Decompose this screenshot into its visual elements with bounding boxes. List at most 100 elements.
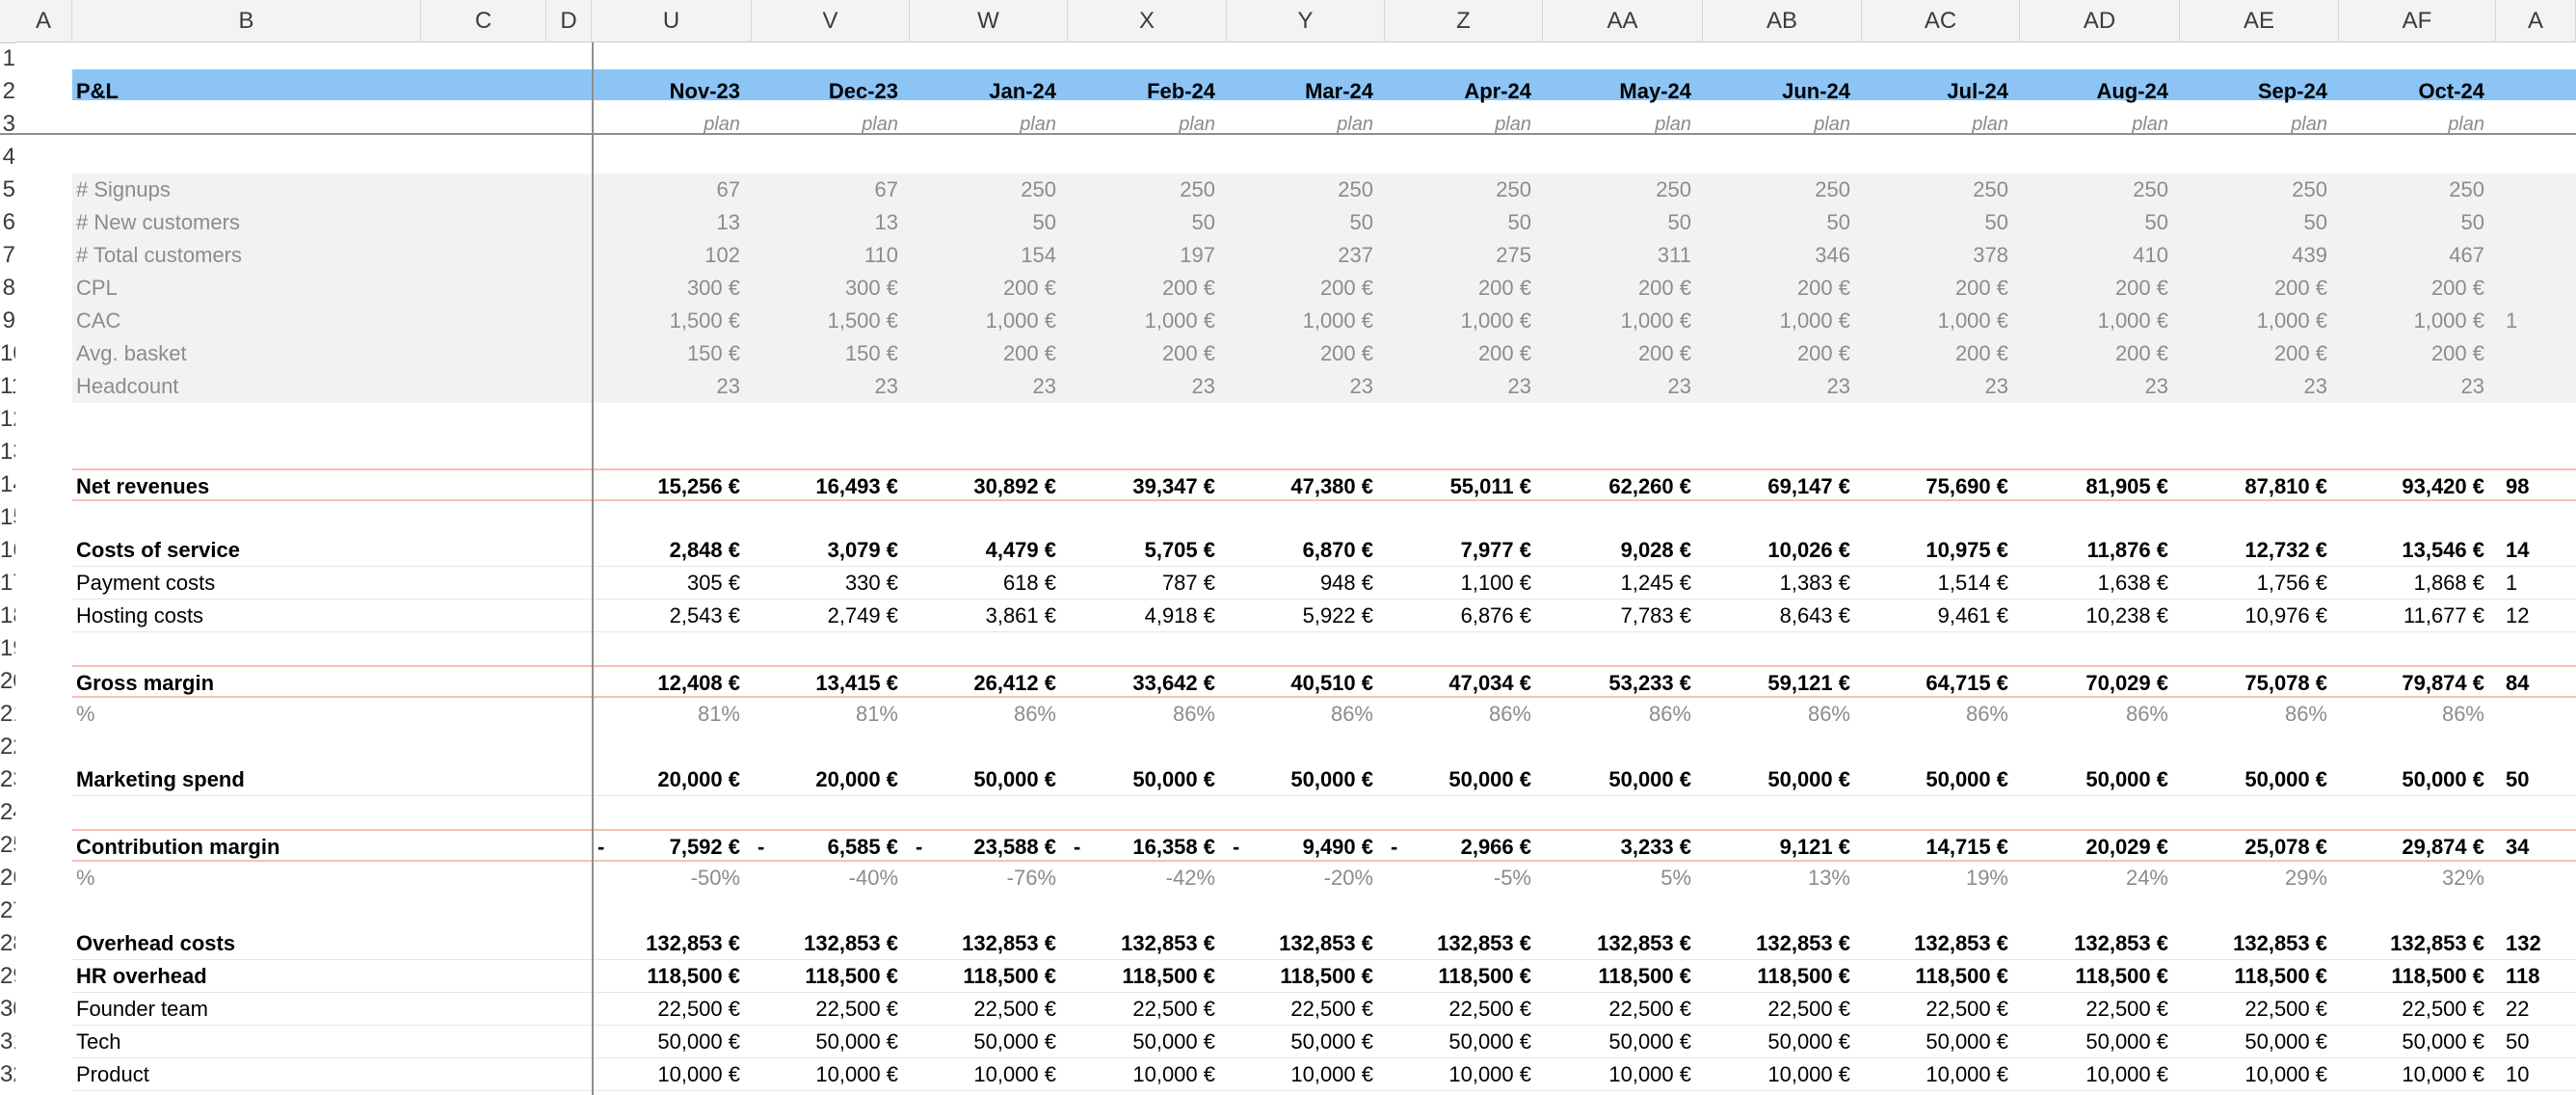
plan-label[interactable]: plan [1068, 108, 1215, 141]
value-cell[interactable]: 200 € [1068, 272, 1215, 305]
value-cell[interactable]: 118,500 € [1862, 960, 2008, 993]
value-cell[interactable]: 200 € [1227, 337, 1373, 370]
row-number[interactable]: 29 [0, 960, 15, 993]
value-cell[interactable]: 47,380 € [1227, 470, 1373, 503]
value-cell[interactable]: -5% [1385, 862, 1531, 895]
value-cell[interactable]: 12,408 € [592, 667, 740, 700]
overflow-value-cell[interactable]: 10 [2506, 1058, 2576, 1091]
value-cell[interactable]: 22,500 € [1543, 993, 1691, 1026]
overflow-value-cell[interactable]: 118 [2506, 960, 2576, 993]
value-cell[interactable]: 439 [2180, 239, 2327, 272]
value-cell[interactable]: 23 [1543, 370, 1691, 403]
value-cell[interactable]: 50,000 € [1543, 1026, 1691, 1058]
value-cell[interactable]: 86% [2180, 698, 2327, 731]
value-cell[interactable]: 22,500 € [1385, 993, 1531, 1026]
value-cell[interactable]: 40,510 € [1227, 667, 1373, 700]
value-cell[interactable]: 10,000 € [592, 1058, 740, 1091]
value-cell[interactable]: 53,233 € [1543, 667, 1691, 700]
freeze-pane-divider[interactable] [592, 42, 594, 1095]
value-cell[interactable]: 81% [592, 698, 740, 731]
value-cell[interactable]: 86% [1703, 698, 1850, 731]
value-cell[interactable]: 13% [1703, 862, 1850, 895]
value-cell[interactable]: 67 [592, 174, 740, 206]
value-cell[interactable]: -50% [592, 862, 740, 895]
value-cell[interactable]: 1,500 € [752, 305, 898, 337]
month-header[interactable]: May-24 [1543, 75, 1691, 108]
value-cell[interactable]: 47,034 € [1385, 667, 1531, 700]
row-label[interactable]: Avg. basket [76, 337, 187, 370]
value-cell[interactable]: 86% [2020, 698, 2168, 731]
value-cell[interactable]: 118,500 € [2020, 960, 2168, 993]
value-cell[interactable]: 12,732 € [2180, 534, 2327, 567]
value-cell[interactable]: 50,000 € [2020, 1026, 2168, 1058]
month-header[interactable]: Jul-24 [1862, 75, 2008, 108]
value-cell[interactable]: 10,000 € [1068, 1058, 1215, 1091]
value-cell[interactable]: 132,853 € [2180, 927, 2327, 960]
value-cell[interactable]: 330 € [752, 567, 898, 600]
row-number[interactable]: 9 [0, 305, 15, 337]
value-cell[interactable]: 26,412 € [910, 667, 1056, 700]
value-cell[interactable]: 118,500 € [2180, 960, 2327, 993]
row-label[interactable]: Hosting costs [76, 600, 203, 632]
month-header[interactable]: Aug-24 [2020, 75, 2168, 108]
value-cell[interactable]: 50,000 € [1068, 763, 1215, 796]
value-cell[interactable]: 50,000 € [1385, 763, 1531, 796]
month-header[interactable]: Mar-24 [1227, 75, 1373, 108]
value-cell[interactable]: -40% [752, 862, 898, 895]
overflow-value-cell[interactable]: 98 [2506, 470, 2576, 503]
value-cell[interactable]: 132,853 € [910, 927, 1056, 960]
row-label[interactable]: Gross margin [76, 667, 214, 700]
value-cell[interactable]: 1,000 € [1227, 305, 1373, 337]
row-number[interactable]: 16 [0, 534, 15, 567]
value-cell[interactable]: 1,000 € [1862, 305, 2008, 337]
value-cell[interactable]: 50,000 € [1862, 763, 2008, 796]
overflow-value-cell[interactable]: 34 [2506, 831, 2576, 864]
value-cell[interactable]: 10,000 € [1385, 1058, 1531, 1091]
value-cell[interactable]: 118,500 € [2339, 960, 2484, 993]
value-cell[interactable]: 200 € [1227, 272, 1373, 305]
value-cell[interactable]: 197 [1068, 239, 1215, 272]
value-cell[interactable]: 1,000 € [2339, 305, 2484, 337]
value-cell[interactable]: 110 [752, 239, 898, 272]
value-cell[interactable]: 132,853 € [1385, 927, 1531, 960]
value-cell[interactable]: 50 [2339, 206, 2484, 239]
value-cell[interactable]: 23 [910, 370, 1056, 403]
value-cell[interactable]: 50,000 € [1227, 763, 1373, 796]
column-header-B[interactable]: B [72, 0, 421, 42]
value-cell[interactable]: 81,905 € [2020, 470, 2168, 503]
value-cell[interactable]: 87,810 € [2180, 470, 2327, 503]
value-cell[interactable]: 23 [1385, 370, 1531, 403]
value-cell[interactable]: 250 [1862, 174, 2008, 206]
value-cell[interactable]: 2,848 € [592, 534, 740, 567]
row-number[interactable]: 10 [0, 337, 15, 370]
row-label[interactable]: Tech [76, 1026, 120, 1058]
value-cell[interactable]: 50,000 € [592, 1026, 740, 1058]
column-header-AB[interactable]: AB [1703, 0, 1862, 42]
value-cell[interactable]: 50,000 € [1703, 1026, 1850, 1058]
value-cell[interactable]: 22,500 € [2020, 993, 2168, 1026]
plan-label[interactable]: plan [2020, 108, 2168, 141]
value-cell[interactable]: 2,749 € [752, 600, 898, 632]
value-cell[interactable]: 86% [1068, 698, 1215, 731]
value-cell[interactable]: 50 [910, 206, 1056, 239]
value-cell[interactable]: 7,592 € [592, 831, 740, 864]
row-label[interactable]: Headcount [76, 370, 178, 403]
value-cell[interactable]: 132,853 € [1543, 927, 1691, 960]
value-cell[interactable]: 132,853 € [2339, 927, 2484, 960]
row-number[interactable]: 2 [0, 75, 15, 108]
value-cell[interactable]: 1,868 € [2339, 567, 2484, 600]
value-cell[interactable]: 10,000 € [2020, 1058, 2168, 1091]
value-cell[interactable]: 200 € [1703, 272, 1850, 305]
column-header-AE[interactable]: AE [2180, 0, 2339, 42]
row-number[interactable]: 13 [0, 436, 15, 468]
row-label[interactable]: % [76, 698, 95, 731]
value-cell[interactable]: 50,000 € [1543, 763, 1691, 796]
value-cell[interactable]: 300 € [752, 272, 898, 305]
value-cell[interactable]: 50 [1227, 206, 1373, 239]
value-cell[interactable]: 10,026 € [1703, 534, 1850, 567]
value-cell[interactable]: 10,000 € [1862, 1058, 2008, 1091]
value-cell[interactable]: 9,461 € [1862, 600, 2008, 632]
value-cell[interactable]: -42% [1068, 862, 1215, 895]
value-cell[interactable]: 86% [1862, 698, 2008, 731]
row-number[interactable]: 6 [0, 206, 15, 239]
